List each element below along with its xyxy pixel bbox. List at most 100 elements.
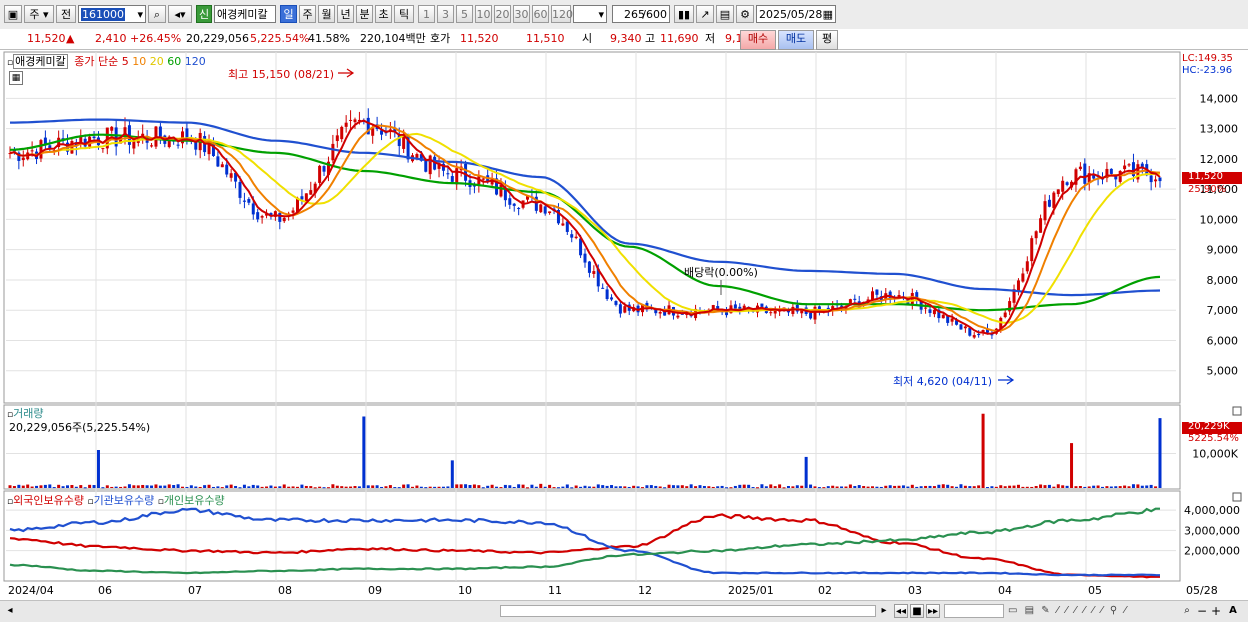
candle-body bbox=[1149, 175, 1153, 183]
minute-60[interactable]: 60 bbox=[532, 5, 549, 23]
period-year[interactable]: 년 bbox=[337, 5, 354, 23]
stock-code-input[interactable]: 161000 ▾ bbox=[78, 5, 146, 23]
high-annotation: 최고 15,150 (08/21) bbox=[228, 68, 335, 81]
drawing-tools[interactable]: ▭ ▤ ✎ ⁄ ⁄ ⁄ ⁄ ⁄ ⁄ ⚲ ⁄ bbox=[1008, 604, 1178, 618]
prev-button[interactable]: 전 bbox=[56, 5, 76, 23]
holding-close-icon[interactable] bbox=[1232, 492, 1242, 502]
candle-body bbox=[291, 210, 295, 213]
volume-bar bbox=[242, 484, 246, 488]
volume-bar bbox=[468, 484, 472, 488]
period-second[interactable]: 초 bbox=[375, 5, 392, 23]
volume-bar bbox=[986, 487, 989, 489]
candle-body bbox=[1030, 238, 1034, 262]
minute-20[interactable]: 20 bbox=[494, 5, 511, 23]
volume-close-icon[interactable] bbox=[1232, 406, 1242, 416]
candle-body bbox=[977, 333, 981, 336]
date-field[interactable]: 2025/05/28 ▦ bbox=[756, 5, 836, 23]
period-month[interactable]: 월 bbox=[318, 5, 335, 23]
current-volume-flag-text: 20,229K bbox=[1188, 421, 1230, 432]
buy-button[interactable]: 매수 bbox=[740, 30, 776, 50]
search-icon[interactable]: ⌕ bbox=[148, 5, 166, 23]
volume-bar bbox=[503, 484, 507, 488]
chart-canvas[interactable]: 5,0006,0007,0008,0009,00010,00011,00012,… bbox=[0, 50, 1248, 600]
volume-bar bbox=[296, 486, 299, 488]
minute-30[interactable]: 30 bbox=[513, 5, 530, 23]
period-day[interactable]: 일 bbox=[280, 5, 297, 23]
x-axis-label: 2025/01 bbox=[728, 584, 774, 597]
play-icon[interactable]: ▸▸ bbox=[926, 604, 940, 618]
volume-bar bbox=[30, 486, 34, 488]
period-week[interactable]: 주 bbox=[299, 5, 316, 23]
volume-bar bbox=[282, 484, 286, 488]
volume-bar bbox=[831, 485, 835, 488]
candle-body bbox=[618, 304, 622, 314]
volume-bar bbox=[74, 486, 78, 488]
calendar-icon[interactable]: ▦ bbox=[823, 6, 833, 24]
candle-type-icon[interactable]: ▮▮ bbox=[674, 5, 694, 23]
volume-bar bbox=[1074, 486, 1078, 488]
first-icon[interactable]: ◂◂ bbox=[894, 604, 908, 618]
interval-input[interactable]: ▾ bbox=[573, 5, 607, 23]
sell-button[interactable]: 매도 bbox=[778, 30, 814, 50]
minute-120[interactable]: 120 bbox=[551, 5, 573, 23]
volume-bar bbox=[627, 486, 631, 488]
period-tick[interactable]: 틱 bbox=[394, 5, 414, 23]
legend-stock-name[interactable]: 애경케미칼 bbox=[13, 54, 68, 69]
volume-bar bbox=[671, 485, 675, 488]
period-minute[interactable]: 분 bbox=[356, 5, 373, 23]
zoom-slider[interactable] bbox=[944, 604, 1004, 618]
settings-gear-icon[interactable]: ⚙ bbox=[736, 5, 754, 23]
zoom-icon[interactable]: ⌕ bbox=[1180, 604, 1194, 618]
volume-bar bbox=[43, 484, 47, 488]
candle-body bbox=[760, 303, 764, 307]
minute-3[interactable]: 3 bbox=[437, 5, 454, 23]
minute-1[interactable]: 1 bbox=[418, 5, 435, 23]
minute-10[interactable]: 10 bbox=[475, 5, 492, 23]
volume-bar bbox=[145, 485, 149, 488]
volume-bar bbox=[835, 486, 839, 488]
volume-bar bbox=[689, 484, 693, 488]
turnover-rate: 41.58% bbox=[308, 32, 350, 45]
volume-bar bbox=[915, 486, 919, 488]
volume-bar bbox=[720, 485, 724, 488]
zoom-out-icon[interactable]: − bbox=[1196, 604, 1208, 618]
volume-bar bbox=[645, 485, 649, 488]
volume-bar bbox=[941, 484, 945, 488]
window-icon[interactable]: ▣ bbox=[4, 5, 22, 23]
eval-button[interactable]: 평 bbox=[816, 30, 838, 50]
interval-dropdown-icon[interactable]: ▾ bbox=[598, 6, 604, 24]
candle-body bbox=[1003, 312, 1007, 318]
volume-bar bbox=[508, 485, 512, 488]
minute-5[interactable]: 5 bbox=[456, 5, 473, 23]
code-dropdown-icon[interactable]: ▾ bbox=[137, 6, 143, 24]
candle-body bbox=[260, 216, 264, 218]
scroll-thumb[interactable] bbox=[500, 605, 876, 617]
auto-scale-icon[interactable]: A bbox=[1226, 604, 1240, 618]
draw-line-icon[interactable]: ↗ bbox=[696, 5, 714, 23]
volume-pct: 5,225.54% bbox=[250, 32, 310, 45]
chart-scrollbar[interactable]: ◂ ▸ ◂◂ ■ ▸▸ ▭ ▤ ✎ ⁄ ⁄ ⁄ ⁄ ⁄ ⁄ ⚲ ⁄ ⌕ − + … bbox=[0, 600, 1248, 622]
volume-bar bbox=[888, 485, 892, 488]
count-field[interactable]: 265 /600 bbox=[612, 5, 670, 23]
speaker-icon[interactable]: ◂▾ bbox=[168, 5, 192, 23]
volume-bar bbox=[928, 485, 932, 488]
volume-bar bbox=[1096, 485, 1100, 488]
candle-body bbox=[610, 297, 614, 300]
table-view-icon[interactable]: ▦ bbox=[9, 71, 23, 85]
save-icon[interactable]: ▤ bbox=[716, 5, 734, 23]
candle-body bbox=[587, 261, 591, 273]
volume-bar bbox=[1047, 484, 1051, 488]
volume-bar bbox=[950, 486, 954, 488]
volume-bar bbox=[207, 484, 211, 488]
chart-area[interactable]: 5,000 6,000 7,000 8,000 9,000 10,000 11,000 12,… bbox=[0, 50, 1248, 600]
dividend-annotation: 배당락(0.00%) bbox=[684, 266, 758, 279]
stop-icon[interactable]: ■ bbox=[910, 604, 924, 618]
candle-body bbox=[1034, 231, 1038, 239]
volume-bar bbox=[782, 487, 786, 489]
volume-bar bbox=[1065, 485, 1069, 488]
scroll-right-icon[interactable]: ▸ bbox=[878, 604, 890, 618]
market-select[interactable]: 주 ▾ bbox=[24, 5, 54, 23]
zoom-in-icon[interactable]: + bbox=[1210, 604, 1222, 618]
scroll-left-icon[interactable]: ◂ bbox=[4, 604, 16, 618]
volume-bar bbox=[795, 485, 799, 488]
